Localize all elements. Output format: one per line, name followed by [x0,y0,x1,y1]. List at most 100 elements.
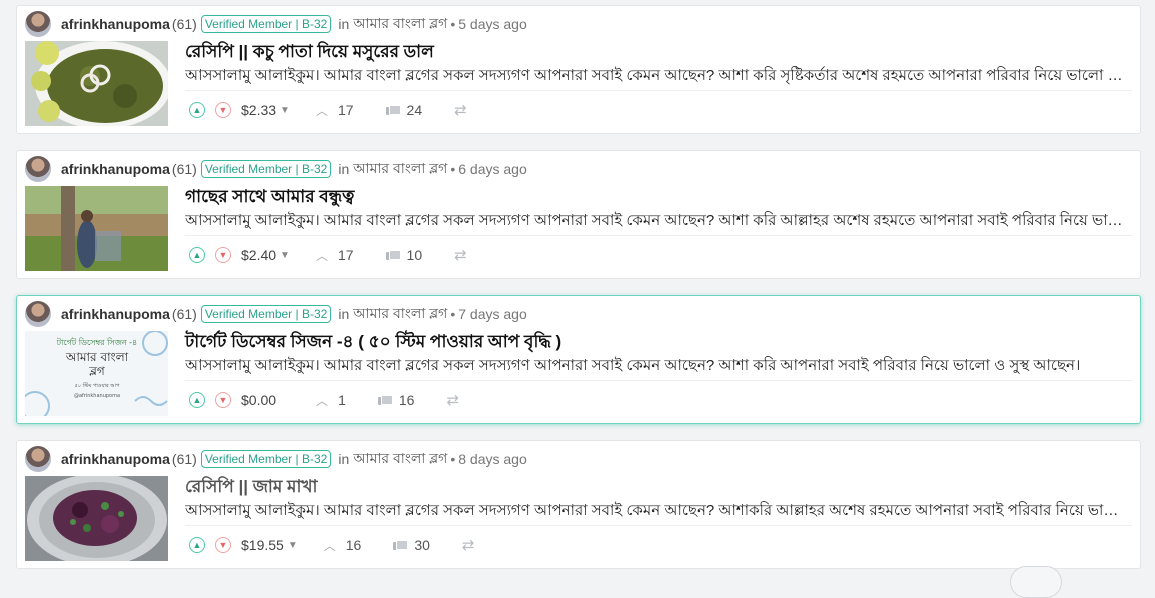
avatar[interactable] [25,156,51,182]
post-card[interactable]: afrinkhanupoma (61) Verified Member | B-… [16,5,1141,134]
post-actions: ▲ ▼ $19.55 ▼ ︿ 16 30 ⇄ [189,533,474,557]
member-badge: Verified Member | B-32 [200,15,332,33]
in-label: in [338,451,350,467]
post-excerpt[interactable]: আসসালামু আলাইকুম। আমার বাংলা ব্লগের সকল … [185,354,1133,379]
post-excerpt[interactable]: আসসালামু আলাইকুম। আমার বাংলা ব্লগের সকল … [185,209,1133,234]
votes-icon: ︿ [315,248,328,263]
votes-count[interactable]: ︿ 17 [316,247,354,264]
post-time[interactable]: 7 days ago [458,306,527,322]
reblog-icon[interactable]: ⇄ [462,536,475,554]
post-title[interactable]: রেসিপি || জাম মাখা [185,474,317,502]
post-title[interactable]: রেসিপি || কচু পাতা দিয়ে মসুরের ডাল [185,39,434,67]
avatar[interactable] [25,301,51,327]
post-time[interactable]: 8 days ago [458,451,527,467]
author-name[interactable]: afrinkhanupoma [61,451,170,467]
separator-dot: • [450,16,456,32]
chevron-down-icon[interactable]: ▼ [280,250,290,261]
comments-value: 16 [398,392,415,408]
avatar[interactable] [25,11,51,37]
post-card[interactable]: afrinkhanupoma (61) Verified Member | B-… [16,150,1141,279]
post-card[interactable]: afrinkhanupoma (61) Verified Member | B-… [16,440,1141,569]
divider [185,525,1132,526]
comment-icon [393,539,409,551]
post-thumbnail[interactable] [25,476,168,561]
post-thumbnail[interactable] [25,186,168,271]
community-link[interactable]: আমার বাংলা ব্লগ [353,447,447,471]
author-name[interactable]: afrinkhanupoma [61,306,170,322]
post-thumbnail[interactable] [25,41,168,126]
post-time[interactable]: 5 days ago [458,16,527,32]
downvote-icon[interactable]: ▼ [215,537,231,553]
comments-count[interactable]: 30 [393,537,430,553]
payout-value[interactable]: $19.55 [241,537,284,553]
votes-count[interactable]: ︿ 17 [316,102,354,119]
reputation-score: (61) [171,306,197,322]
avatar[interactable] [25,446,51,472]
votes-count[interactable]: ︿ 16 [324,537,362,554]
reputation-score: (61) [171,161,197,177]
reputation-score: (61) [171,16,197,32]
post-feed: afrinkhanupoma (61) Verified Member | B-… [16,5,1141,585]
votes-value: 16 [345,537,362,553]
community-link[interactable]: আমার বাংলা ব্লগ [353,302,447,326]
banner-line-3: ব্লগ [88,364,106,378]
reblog-icon[interactable]: ⇄ [454,101,467,119]
comment-icon [377,394,393,406]
votes-icon: ︿ [323,538,336,553]
separator-dot: • [450,306,456,322]
post-excerpt[interactable]: আসসালামু আলাইকুম। আমার বাংলা ব্লগের সকল … [185,499,1133,524]
post-time[interactable]: 6 days ago [458,161,527,177]
separator-dot: • [450,451,456,467]
community-link[interactable]: আমার বাংলা ব্লগ [353,12,447,36]
upvote-icon[interactable]: ▲ [189,102,205,118]
chevron-down-icon[interactable]: ▼ [280,105,290,116]
payout-value[interactable]: $0.00 [241,392,276,408]
post-actions: ▲ ▼ $2.40 ▼ ︿ 17 10 ⇄ [189,243,467,267]
post-header: afrinkhanupoma (61) Verified Member | B-… [25,300,527,328]
upvote-icon[interactable]: ▲ [189,247,205,263]
post-thumbnail[interactable]: টার্গেট ডিসেম্বর সিজন -৪ আমার বাংলা ব্লগ… [25,331,168,416]
upvote-icon[interactable]: ▲ [189,537,205,553]
upvote-icon[interactable]: ▲ [189,392,205,408]
scroll-to-top-button[interactable] [1010,566,1062,598]
separator-dot: • [450,161,456,177]
post-title[interactable]: গাছের সাথে আমার বন্ধুত্ব [185,184,354,212]
community-link[interactable]: আমার বাংলা ব্লগ [353,157,447,181]
downvote-icon[interactable]: ▼ [215,247,231,263]
author-name[interactable]: afrinkhanupoma [61,16,170,32]
divider [185,380,1132,381]
comments-count[interactable]: 24 [385,102,422,118]
reputation-score: (61) [171,451,197,467]
comments-value: 10 [406,247,423,263]
downvote-icon[interactable]: ▼ [215,392,231,408]
comments-value: 30 [414,537,430,553]
votes-count[interactable]: ︿ 1 [316,392,346,409]
banner-line-4: ৫০ স্টিম পাওয়ার আপ [75,382,121,389]
member-badge: Verified Member | B-32 [200,305,332,323]
member-badge: Verified Member | B-32 [200,160,332,178]
post-header: afrinkhanupoma (61) Verified Member | B-… [25,445,527,473]
payout-value[interactable]: $2.40 [241,247,276,263]
comment-icon [385,249,401,261]
banner-line-2: আমার বাংলা [65,350,129,364]
post-actions: ▲ ▼ $0.00 ︿ 1 16 ⇄ [189,388,459,412]
post-header: afrinkhanupoma (61) Verified Member | B-… [25,155,527,183]
comments-count[interactable]: 10 [385,247,423,263]
post-card[interactable]: afrinkhanupoma (61) Verified Member | B-… [16,295,1141,424]
votes-icon: ︿ [315,103,328,118]
chevron-down-icon[interactable]: ▼ [288,540,298,551]
payout-value[interactable]: $2.33 [241,102,276,118]
in-label: in [338,161,350,177]
divider [185,235,1132,236]
in-label: in [338,306,350,322]
votes-value: 17 [337,102,354,118]
post-title[interactable]: টার্গেট ডিসেম্বর সিজন -৪ ( ৫০ স্টিম পাওয… [185,329,561,357]
reblog-icon[interactable]: ⇄ [446,391,459,409]
post-excerpt[interactable]: আসসালামু আলাইকুম। আমার বাংলা ব্লগের সকল … [185,64,1133,89]
divider [185,90,1132,91]
comments-count[interactable]: 16 [377,392,415,408]
votes-value: 17 [337,247,354,263]
reblog-icon[interactable]: ⇄ [454,246,467,264]
author-name[interactable]: afrinkhanupoma [61,161,170,177]
downvote-icon[interactable]: ▼ [215,102,231,118]
